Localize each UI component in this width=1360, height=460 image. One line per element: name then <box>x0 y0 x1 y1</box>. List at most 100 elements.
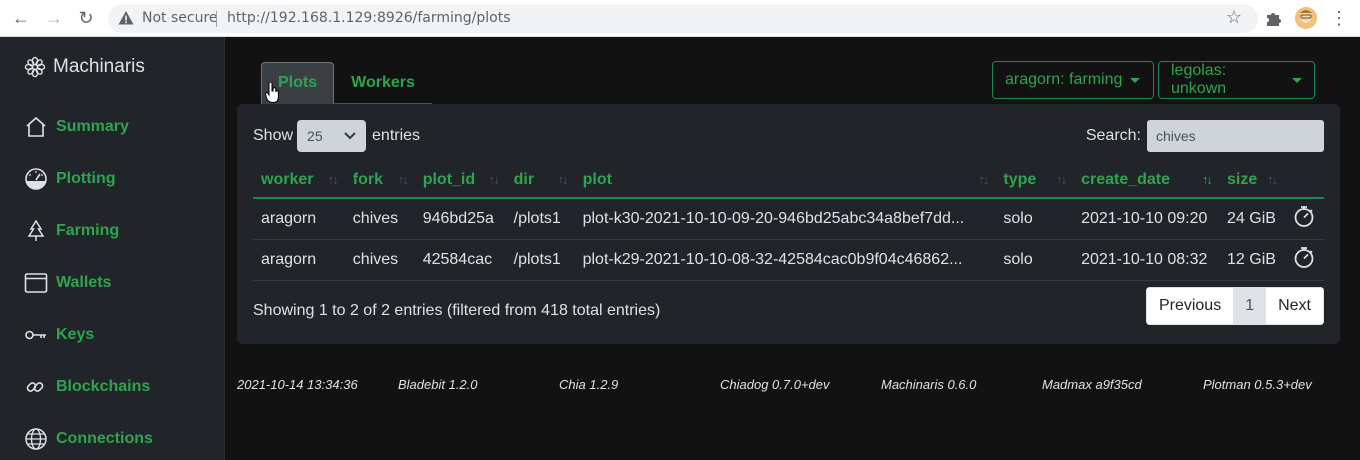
sidebar-item-farming[interactable]: Farming <box>24 216 119 246</box>
reload-icon[interactable]: ↻ <box>75 7 97 29</box>
page-length-control: Show 25 entries <box>253 120 420 152</box>
column-label: plot <box>582 170 612 188</box>
sidebar-item-wallets[interactable]: Wallets <box>24 268 111 298</box>
sidebar-item-connections[interactable]: Connections <box>24 424 153 454</box>
wallet-icon <box>24 273 48 293</box>
show-label: Show <box>253 127 294 144</box>
browser-toolbar: ← → ↻ Not secure http://192.168.1.129:89… <box>0 0 1360 37</box>
table-row: aragorn chives 946bd25a /plots1 plot-k30… <box>253 198 1324 240</box>
stopwatch-icon[interactable] <box>1292 204 1316 228</box>
sidebar-item-label: Blockchains <box>56 378 151 395</box>
sort-icon: ↑↓ <box>397 172 409 187</box>
url-text[interactable]: http://192.168.1.129:8926/farming/plots <box>227 10 511 26</box>
footer-timestamp: 2021-10-14 13:34:36 <box>237 377 358 392</box>
sidebar: Machinaris Summary Plotting Farming Wall… <box>0 37 225 460</box>
table-header-row: worker ↑↓ fork ↑↓ plot_id ↑↓ dir ↑↓ plot ↑↓ t… <box>253 162 1324 199</box>
page-1-button[interactable]: 1 <box>1234 287 1266 325</box>
caret-down-icon <box>1292 77 1302 83</box>
address-bar[interactable]: Not secure http://192.168.1.129:8926/far… <box>108 4 1258 33</box>
column-label: create_date <box>1081 170 1171 188</box>
cell-type: solo <box>995 198 1074 240</box>
column-header-size[interactable]: size ↑↓ <box>1219 162 1284 199</box>
cell-size: 24 GiB <box>1219 198 1284 240</box>
next-page-button[interactable]: Next <box>1265 287 1324 325</box>
sidebar-item-label: Connections <box>56 430 153 447</box>
bookmark-star-icon[interactable]: ☆ <box>1226 7 1242 28</box>
column-header-fork[interactable]: fork ↑↓ <box>344 162 415 199</box>
stopwatch-icon[interactable] <box>1292 245 1316 269</box>
table-info: Showing 1 to 2 of 2 entries (filtered fr… <box>253 302 661 319</box>
cell-actions <box>1283 239 1324 281</box>
sidebar-item-label: Summary <box>56 118 129 135</box>
worker-dropdown-legolas[interactable]: legolas: unkown <box>1158 61 1315 99</box>
sidebar-item-label: Wallets <box>56 274 112 291</box>
sort-icon: ↑↓ <box>557 172 569 187</box>
column-label: type <box>1003 170 1037 188</box>
page-length-select[interactable]: 25 <box>297 120 367 152</box>
divider <box>216 11 217 27</box>
footer-chia-version: Chia 1.2.9 <box>559 377 619 392</box>
dropdown-label: legolas: unkown <box>1171 62 1227 97</box>
tab-workers[interactable]: Workers <box>334 62 432 104</box>
dropdown-label: aragorn: farming <box>1005 71 1123 88</box>
key-icon <box>25 330 46 340</box>
forward-icon[interactable]: → <box>43 7 65 29</box>
house-icon <box>26 116 46 137</box>
table-row: aragorn chives 42584cac /plots1 plot-k29… <box>253 239 1324 281</box>
cell-fork: chives <box>344 198 415 240</box>
cell-worker: aragorn <box>253 239 345 281</box>
column-header-plot-id[interactable]: plot_id ↑↓ <box>414 162 506 199</box>
link-icon <box>26 382 44 392</box>
sidebar-item-label: Plotting <box>56 170 116 187</box>
cell-plot: plot-k30-2021-10-10-09-20-946bd25abc34a8… <box>574 198 996 240</box>
sidebar-item-summary[interactable]: Summary <box>24 112 129 142</box>
search-control: Search: <box>1086 120 1324 152</box>
security-label: Not secure <box>142 10 218 26</box>
worker-dropdown-aragorn[interactable]: aragorn: farming <box>992 61 1154 99</box>
profile-avatar[interactable] <box>1295 7 1317 29</box>
column-header-type[interactable]: type ↑↓ <box>995 162 1074 199</box>
cell-plot-id: 946bd25a <box>414 198 506 240</box>
extensions-puzzle-icon[interactable] <box>1264 8 1284 28</box>
cell-size: 12 GiB <box>1219 239 1284 281</box>
sidebar-item-label: Keys <box>56 326 95 343</box>
sort-desc-icon: ↑↓ <box>1202 172 1213 187</box>
sidebar-item-keys[interactable]: Keys <box>24 320 94 350</box>
cell-create-date: 2021-10-10 08:32 <box>1073 239 1220 281</box>
column-header-dir[interactable]: dir ↑↓ <box>505 162 575 199</box>
browser-menu-icon[interactable]: ⋮ <box>1330 7 1348 29</box>
cell-worker: aragorn <box>253 198 345 240</box>
column-label: size <box>1227 170 1258 188</box>
cell-dir: /plots1 <box>505 239 575 281</box>
cell-type: solo <box>995 239 1074 281</box>
cell-plot: plot-k29-2021-10-10-08-32-42584cac0b9f04… <box>574 239 996 281</box>
page-length-value: 25 <box>307 128 323 144</box>
cell-dir: /plots1 <box>505 198 575 240</box>
cell-create-date: 2021-10-10 09:20 <box>1073 198 1220 240</box>
search-input[interactable] <box>1147 120 1324 152</box>
brand[interactable]: Machinaris <box>24 54 145 80</box>
column-header-plot[interactable]: plot ↑↓ <box>574 162 996 199</box>
footer-machinaris-version: Machinaris 0.6.0 <box>881 377 977 392</box>
footer-plotman-version: Plotman 0.5.3+dev <box>1203 377 1312 392</box>
cell-plot-id: 42584cac <box>414 239 506 281</box>
tab-bar: Plots Workers <box>261 62 432 104</box>
back-icon[interactable]: ← <box>10 7 32 29</box>
pagination: Previous 1 Next <box>1145 287 1324 325</box>
sidebar-item-plotting[interactable]: Plotting <box>24 164 116 194</box>
caret-down-icon <box>1130 77 1141 83</box>
sidebar-item-blockchains[interactable]: Blockchains <box>24 372 150 402</box>
column-header-actions <box>1283 162 1324 199</box>
column-label: worker <box>261 170 314 188</box>
footer-versions: 2021-10-14 13:34:36 Bladebit 1.2.0 Chia … <box>237 377 1337 397</box>
column-header-worker[interactable]: worker ↑↓ <box>253 162 345 199</box>
sidebar-item-label: Farming <box>56 222 120 239</box>
column-header-create-date[interactable]: create_date ↑↓ <box>1073 162 1220 199</box>
column-label: fork <box>352 170 384 188</box>
entries-label: entries <box>372 127 421 144</box>
sort-icon: ↑↓ <box>488 172 500 187</box>
previous-page-button[interactable]: Previous <box>1145 287 1235 325</box>
column-label: dir <box>513 170 535 188</box>
hand-pointer-cursor-icon <box>265 82 279 104</box>
warning-icon[interactable] <box>118 10 134 26</box>
